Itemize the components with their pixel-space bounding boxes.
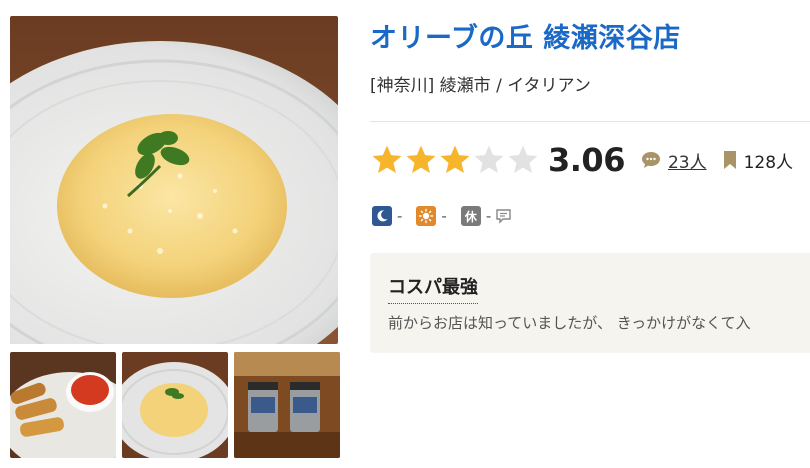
restaurant-name[interactable]: オリーブの丘 綾瀬深谷店 xyxy=(370,16,681,55)
holiday-icon: 休 xyxy=(460,206,481,226)
review-title[interactable]: コスパ最強 xyxy=(388,273,478,304)
review-count[interactable]: 23人 xyxy=(641,148,707,173)
speech-bubble-icon xyxy=(641,152,660,168)
star-empty-icon xyxy=(474,145,504,174)
star-empty-icon xyxy=(508,145,538,174)
holiday-value: - xyxy=(485,207,492,225)
budget-hours-row: - - 休 - xyxy=(372,206,526,226)
day-info: - xyxy=(416,206,447,226)
thumbnail-fried-sticks[interactable] xyxy=(10,352,116,458)
divider xyxy=(370,121,810,122)
holiday-info: 休 - xyxy=(460,206,512,226)
save-count-label: 128人 xyxy=(743,152,794,173)
sun-icon xyxy=(416,206,437,226)
thumbnail-risotto[interactable] xyxy=(122,352,228,458)
comment-icon[interactable] xyxy=(495,208,512,225)
star-filled-icon xyxy=(372,145,402,174)
star-filled-icon xyxy=(406,145,436,174)
thumbnail-soup-pots[interactable] xyxy=(234,352,340,458)
area-genre: [神奈川] 綾瀬市 / イタリアン xyxy=(370,76,591,96)
night-value: - xyxy=(397,207,403,225)
day-value: - xyxy=(441,207,447,225)
night-info: - xyxy=(372,206,402,226)
review-excerpt: 前からお店は知っていましたが、 きっかけがなくて入 xyxy=(388,314,751,332)
rating-score: 3.06 xyxy=(548,141,625,179)
featured-review[interactable]: コスパ最強 前からお店は知っていましたが、 きっかけがなくて入 xyxy=(370,253,810,353)
review-count-label[interactable]: 23人 xyxy=(668,148,707,173)
save-count: 128人 xyxy=(723,148,793,173)
moon-icon xyxy=(372,206,392,226)
rating-row: 3.06 23人 128人 xyxy=(370,141,793,179)
star-filled-icon xyxy=(440,145,470,174)
star-rating xyxy=(370,143,540,177)
bookmark-icon xyxy=(723,151,736,169)
main-dish-photo[interactable] xyxy=(10,16,338,344)
